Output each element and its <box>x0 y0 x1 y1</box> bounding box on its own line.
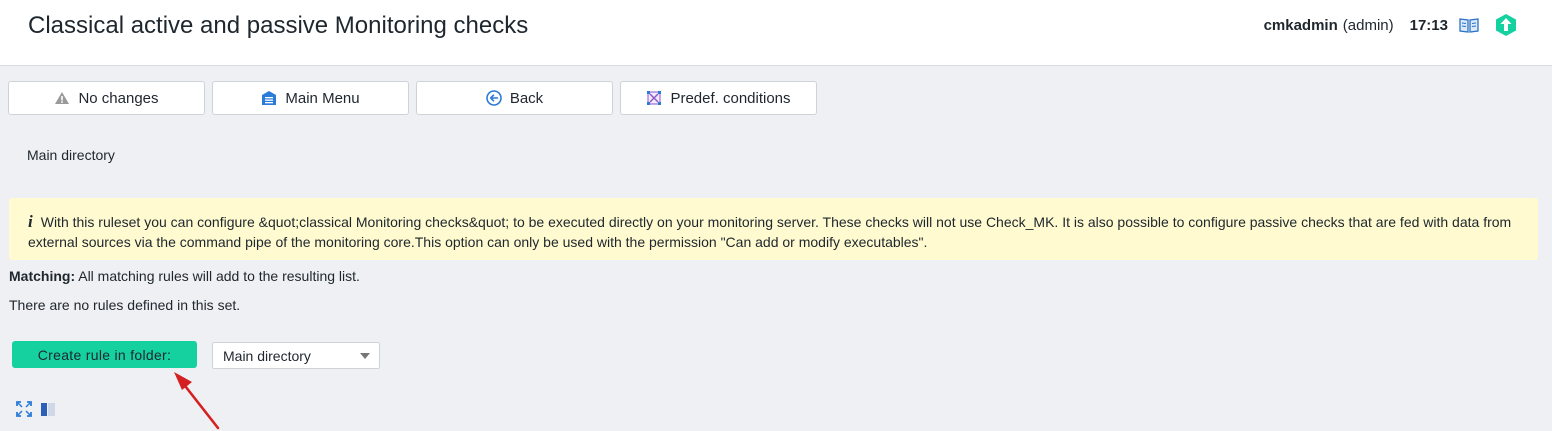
matching-text: Matching: All matching rules will add to… <box>9 268 360 284</box>
username[interactable]: cmkadmin <box>1264 17 1338 34</box>
info-icon: i <box>28 212 33 231</box>
book-icon[interactable] <box>1458 17 1480 33</box>
predefined-conditions-icon <box>646 90 662 106</box>
main-menu-icon <box>261 90 277 106</box>
fullscreen-icon[interactable] <box>16 401 32 417</box>
matching-label: Matching: <box>9 268 76 284</box>
clock: 17:13 <box>1409 16 1448 34</box>
toolbar: No changes Main Menu Back Predef. condit… <box>8 81 817 115</box>
warning-icon <box>54 90 70 106</box>
info-box: i With this ruleset you can configure &qu… <box>9 198 1538 260</box>
predefined-conditions-button[interactable]: Predef. conditions <box>620 81 817 115</box>
matching-description: All matching rules will add to the resul… <box>78 268 360 284</box>
breadcrumb[interactable]: Main directory <box>27 147 115 163</box>
info-text: With this ruleset you can configure &quo… <box>28 214 1512 250</box>
back-label: Back <box>509 89 544 107</box>
folder-select[interactable]: Main directory <box>212 342 380 369</box>
create-rule-button[interactable]: Create rule in folder: <box>12 341 197 368</box>
back-icon <box>486 90 502 106</box>
no-changes-label: No changes <box>78 89 159 107</box>
checkmk-logo-icon[interactable] <box>1494 13 1518 37</box>
main-menu-button[interactable]: Main Menu <box>212 81 409 115</box>
annotation-arrow <box>174 372 220 430</box>
top-bar: Classical active and passive Monitoring … <box>0 0 1552 66</box>
page-title: Classical active and passive Monitoring … <box>28 12 529 39</box>
no-changes-button[interactable]: No changes <box>8 81 205 115</box>
chevron-down-icon <box>360 353 370 359</box>
predefined-conditions-label: Predef. conditions <box>670 89 791 107</box>
back-button[interactable]: Back <box>416 81 613 115</box>
user-area: cmkadmin (admin) 17:13 <box>1264 0 1552 50</box>
main-menu-label: Main Menu <box>285 89 360 107</box>
user-role: (admin) <box>1342 16 1394 34</box>
no-rules-text: There are no rules defined in this set. <box>9 297 241 313</box>
folder-select-value: Main directory <box>223 347 311 364</box>
column-toggle-icon[interactable] <box>40 401 56 417</box>
